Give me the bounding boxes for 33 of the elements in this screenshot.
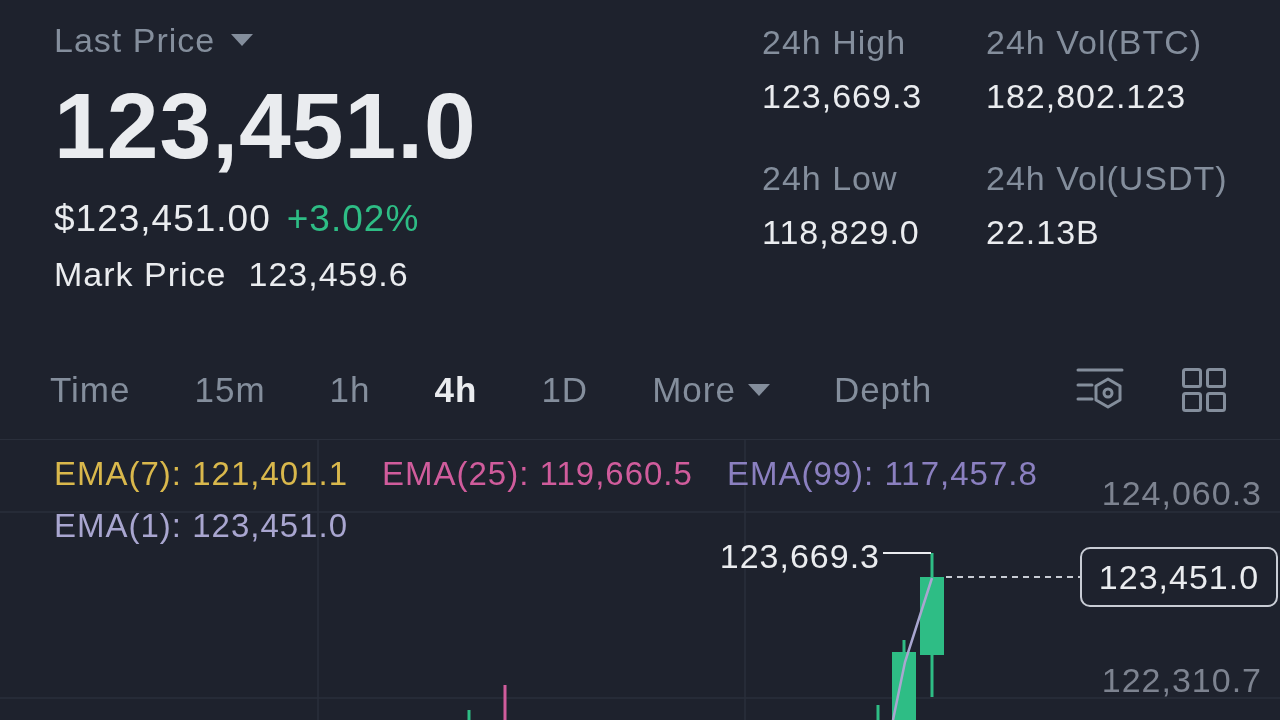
- stat-value: 123,669.3: [762, 76, 923, 116]
- stat-value: 182,802.123: [986, 76, 1187, 116]
- interval-tab[interactable]: 1D: [541, 368, 589, 411]
- price-type-dropdown[interactable]: Last Price: [54, 20, 254, 60]
- indicator-label: EMA(7): 121,401.1: [54, 454, 348, 494]
- mark-price-value: 123,459.6: [248, 254, 409, 294]
- interval-tab[interactable]: More: [652, 368, 770, 411]
- usd-price: $123,451.00: [54, 198, 271, 240]
- caret-down-icon: [747, 383, 770, 396]
- current-price-tag: 123,451.0: [1080, 547, 1278, 607]
- interval-tab[interactable]: 4h: [434, 368, 478, 411]
- stat-label: 24h High: [762, 22, 907, 62]
- indicator-label: EMA(99): 117,457.8: [726, 454, 1038, 494]
- caret-down-icon: [231, 34, 254, 46]
- price-axis-label: 122,310.7: [1101, 660, 1262, 700]
- stat-label: 24h Vol(BTC): [986, 22, 1203, 62]
- interval-tab[interactable]: 1h: [329, 368, 371, 411]
- stat-label: 24h Vol(USDT): [986, 158, 1228, 198]
- stat-value: 118,829.0: [762, 212, 920, 252]
- grid-icon[interactable]: [1182, 367, 1226, 412]
- leader-line: [882, 552, 932, 554]
- interval-tab[interactable]: Time: [50, 368, 131, 411]
- stat-label: 24h Low: [762, 158, 898, 198]
- indicator-label: EMA(25): 119,660.5: [382, 454, 693, 494]
- mark-price-label: Mark Price: [54, 254, 227, 294]
- indicator-label: EMA(1): 123,451.0: [54, 506, 348, 546]
- interval-tab[interactable]: 15m: [194, 368, 266, 411]
- stat-value: 22.13B: [986, 212, 1100, 252]
- high-price-label: 123,669.3: [719, 536, 880, 576]
- interval-tab[interactable]: Depth: [833, 368, 933, 411]
- last-price: 123,451.0: [54, 80, 477, 172]
- price-axis-label: 124,060.3: [1101, 473, 1262, 513]
- price-change: +3.02%: [286, 198, 420, 240]
